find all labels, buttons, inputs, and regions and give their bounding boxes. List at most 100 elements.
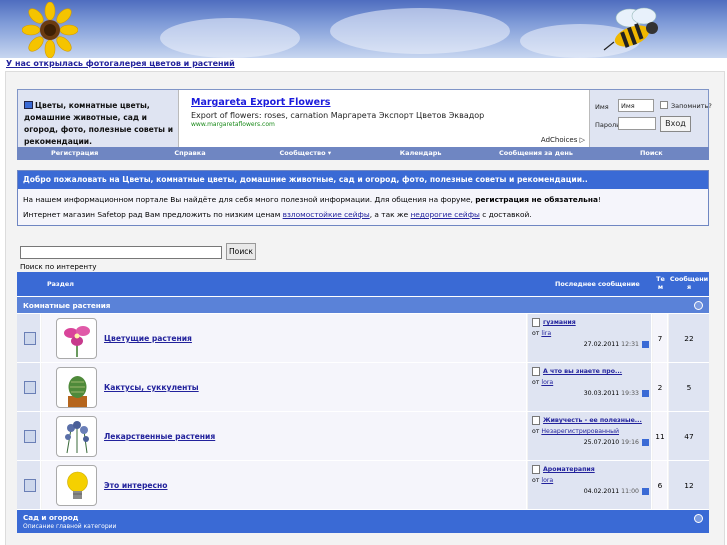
cactus-thumbnail[interactable] bbox=[56, 367, 97, 408]
nav-todays-posts[interactable]: Сообщения за день bbox=[478, 147, 593, 160]
forum-status-icon bbox=[24, 479, 36, 492]
col-posts-header: Сообщени я bbox=[669, 275, 709, 291]
search-button[interactable]: Поиск bbox=[226, 243, 256, 260]
go-to-last-post-icon[interactable] bbox=[642, 390, 649, 397]
search-input[interactable] bbox=[20, 246, 222, 259]
forum-title[interactable]: Это интересно bbox=[104, 481, 168, 490]
post-date: 30.03.2011 bbox=[583, 390, 620, 397]
collapse-icon[interactable] bbox=[694, 301, 703, 310]
safes-link-2[interactable]: недорогие сейфы bbox=[410, 210, 479, 219]
forum-title[interactable]: Лекарственные растения bbox=[104, 432, 215, 441]
category-indoor-plants[interactable]: Комнатные растения bbox=[17, 296, 709, 313]
last-post-author: от Незарегистрированный bbox=[532, 428, 619, 435]
forum-status-cell bbox=[17, 461, 41, 510]
author-link[interactable]: lora bbox=[541, 379, 553, 386]
post-count: 22 bbox=[669, 314, 709, 363]
thread-count: 11 bbox=[653, 412, 668, 461]
forum-status-cell bbox=[17, 363, 41, 412]
last-post-author: от lira bbox=[532, 330, 551, 337]
last-post-date: 30.03.2011 19:33 bbox=[584, 390, 639, 397]
forum-main-cell: Это интересно bbox=[42, 461, 527, 510]
forum-status-icon bbox=[24, 332, 36, 345]
last-post-cell: гузмания от lira 27.02.2011 12:31 bbox=[528, 314, 652, 363]
last-post-author: от lora bbox=[532, 379, 553, 386]
welcome-line-1: На нашем информационном портале Вы найдё… bbox=[18, 195, 708, 204]
collapse-icon[interactable] bbox=[694, 514, 703, 523]
sunflower-logo bbox=[22, 2, 78, 58]
play-triangle-icon: ▷ bbox=[579, 136, 585, 144]
welcome-line-2-text: Интернет магазин Safetop рад Вам предлож… bbox=[23, 210, 283, 219]
post-time: 11:00 bbox=[621, 488, 639, 495]
welcome-line-1-end: ! bbox=[597, 195, 601, 204]
thread-count: 7 bbox=[653, 314, 668, 363]
password-input[interactable] bbox=[618, 117, 656, 130]
username-input[interactable]: Имя bbox=[618, 99, 654, 112]
thread-count: 6 bbox=[653, 461, 668, 510]
password-label: Пароль bbox=[595, 121, 620, 129]
post-date: 25.07.2010 bbox=[583, 439, 620, 446]
post-time: 19:16 bbox=[621, 439, 639, 446]
herbs-thumbnail[interactable] bbox=[56, 416, 97, 457]
last-post-date: 04.02.2011 11:00 bbox=[584, 488, 639, 495]
last-post-title[interactable]: Ароматерапия bbox=[543, 466, 595, 473]
login-button[interactable]: Вход bbox=[660, 116, 691, 132]
thread-count: 2 bbox=[653, 363, 668, 412]
welcome-bold: регистрация не обязательна bbox=[475, 195, 598, 204]
author-link[interactable]: lora bbox=[541, 477, 553, 484]
col-threads-header: Те м bbox=[656, 275, 665, 291]
author-link[interactable]: lira bbox=[541, 330, 551, 337]
ad-title[interactable]: Margareta Export Flowers bbox=[191, 97, 577, 108]
last-post-title[interactable]: гузмания bbox=[543, 319, 576, 326]
category-title: Комнатные растения bbox=[23, 301, 111, 310]
post-count: 12 bbox=[669, 461, 709, 510]
nav-calendar[interactable]: Календарь bbox=[363, 147, 478, 160]
last-post-cell: Живучесть - ее полезные... от Незарегист… bbox=[528, 412, 652, 461]
last-post-title[interactable]: Живучесть - ее полезные... bbox=[543, 417, 642, 424]
forum-table: Раздел Последнее сообщение Те м Сообщени… bbox=[17, 272, 709, 533]
last-post-title[interactable]: А что вы знаете про... bbox=[543, 368, 622, 375]
author-prefix: от bbox=[532, 477, 540, 484]
forum-main-cell: Кактусы, суккуленты bbox=[42, 363, 527, 412]
welcome-line-2-mid: , а так же bbox=[369, 210, 411, 219]
ad-block: Margareta Export Flowers Export of flowe… bbox=[178, 90, 590, 147]
ad-url[interactable]: www.margaretaflowers.com bbox=[191, 121, 577, 128]
last-post-cell: А что вы знаете про... от lora 30.03.201… bbox=[528, 363, 652, 412]
ad-text: Export of flowers: roses, carnation Марг… bbox=[191, 111, 485, 120]
forum-title[interactable]: Кактусы, суккуленты bbox=[104, 383, 199, 392]
orchid-thumbnail[interactable] bbox=[56, 318, 97, 359]
post-icon bbox=[532, 318, 540, 327]
site-title-text: Цветы, комнатные цветы, домашние животны… bbox=[24, 101, 174, 146]
welcome-box: Добро пожаловать на Цветы, комнатные цве… bbox=[17, 170, 709, 226]
post-date: 04.02.2011 bbox=[583, 488, 620, 495]
go-to-last-post-icon[interactable] bbox=[642, 488, 649, 495]
remember-label: Запомнить? bbox=[671, 102, 712, 110]
nav-help[interactable]: Справка bbox=[132, 147, 247, 160]
last-post-date: 27.02.2011 12:31 bbox=[584, 341, 639, 348]
forum-row: Цветущие растения гузмания от lira 27.02… bbox=[17, 313, 709, 363]
post-time: 12:31 bbox=[621, 341, 639, 348]
welcome-line-2: Интернет магазин Safetop рад Вам предлож… bbox=[18, 210, 708, 219]
ad-choices[interactable]: AdChoices ▷ bbox=[541, 136, 585, 144]
author-link[interactable]: Незарегистрированный bbox=[541, 428, 619, 435]
last-post-cell: Ароматерапия от lora 04.02.2011 11:00 bbox=[528, 461, 652, 510]
remember-checkbox[interactable] bbox=[660, 101, 668, 109]
nav-search[interactable]: Поиск bbox=[594, 147, 709, 160]
go-to-last-post-icon[interactable] bbox=[642, 439, 649, 446]
category-garden[interactable]: Сад и огород Описание главной категории bbox=[17, 509, 709, 533]
nav-register[interactable]: Регистрация bbox=[17, 147, 132, 160]
forum-home-icon[interactable] bbox=[24, 101, 33, 109]
forum-status-icon bbox=[24, 430, 36, 443]
nav-community[interactable]: Сообщество ▾ bbox=[248, 147, 363, 160]
post-icon bbox=[532, 367, 540, 376]
search-label: Поиск по интеренту bbox=[20, 262, 97, 271]
header-banner bbox=[0, 0, 727, 58]
safes-link-1[interactable]: взломостойкие сейфы bbox=[283, 210, 370, 219]
gallery-notice-link[interactable]: У нас открылась фотогалерея цветов и рас… bbox=[6, 59, 235, 68]
lightbulb-thumbnail[interactable] bbox=[56, 465, 97, 506]
site-title: Цветы, комнатные цветы, домашние животны… bbox=[18, 90, 178, 147]
post-date: 27.02.2011 bbox=[583, 341, 620, 348]
post-icon bbox=[532, 416, 540, 425]
ad-choices-label: AdChoices bbox=[540, 136, 578, 144]
forum-title[interactable]: Цветущие растения bbox=[104, 334, 192, 343]
go-to-last-post-icon[interactable] bbox=[642, 341, 649, 348]
